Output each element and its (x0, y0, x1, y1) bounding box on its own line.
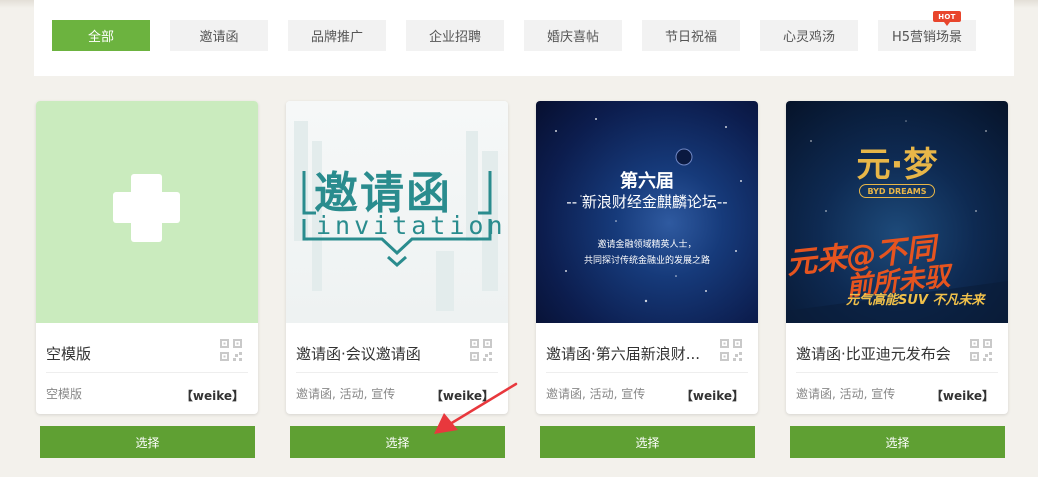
forum-text-line: 共同探讨传统金融业的发展之路 (583, 256, 710, 266)
select-button-sina-forum[interactable]: 选择 (540, 426, 755, 458)
card-tags: 邀请函, 活动, 宣传 (796, 387, 896, 401)
slogan-tagline: 元气高能SUV 不凡未来 (846, 293, 985, 308)
template-thumbnail[interactable] (36, 101, 258, 323)
filter-tab-wedding[interactable]: 婚庆喜帖 (524, 20, 622, 51)
select-button-meeting-invitation[interactable]: 选择 (290, 426, 505, 458)
starfield-artwork (555, 118, 742, 303)
select-button-blank[interactable]: 选择 (40, 426, 255, 458)
qr-code-icon[interactable] (970, 339, 992, 361)
byd-dreams-badge: BYD DREAMS (859, 184, 935, 198)
template-card-meeting-invitation[interactable]: 邀请函 invitation 邀请函·会议邀请函 邀请函, 活动, 宣传 【we… (286, 101, 508, 414)
filter-tab-inspiration[interactable]: 心灵鸡汤 (760, 20, 858, 51)
select-button-byd-launch[interactable]: 选择 (790, 426, 1005, 458)
filter-tab-label: H5营销场景 (891, 30, 963, 45)
forum-title: 第六届 (620, 171, 674, 192)
filter-tab-brand-promotion[interactable]: 品牌推广 (288, 20, 386, 51)
card-tags: 邀请函, 活动, 宣传 (546, 387, 646, 401)
filter-tab-h5-marketing[interactable]: H5营销场景 HOT (878, 11, 976, 51)
byd-dreams-logo: 元·梦 (856, 145, 938, 185)
forum-subtitle: -- 新浪财经金麒麟论坛-- (566, 193, 728, 211)
plus-icon-bar (113, 192, 180, 223)
invitation-title-en: invitation (316, 211, 507, 240)
card-author: 【weike】 (180, 389, 244, 403)
hot-badge: HOT (933, 11, 961, 26)
qr-code-icon[interactable] (720, 339, 742, 361)
forum-text-line: 邀请金融领域精英人士， (597, 240, 697, 250)
card-tags: 邀请函, 活动, 宣传 (296, 387, 396, 401)
filter-tab-invitation[interactable]: 邀请函 (170, 20, 268, 51)
template-thumbnail[interactable]: 第六届 -- 新浪财经金麒麟论坛-- 邀请金融领域精英人士， 共同探讨传统金融业… (536, 101, 758, 323)
category-filter-bar: 全部 邀请函 品牌推广 企业招聘 婚庆喜帖 节日祝福 心灵鸡汤 H5营销场景 H… (34, 0, 1014, 76)
card-author: 【weike】 (680, 389, 744, 403)
qr-code-icon[interactable] (220, 339, 242, 361)
filter-tab-holiday[interactable]: 节日祝福 (642, 20, 740, 51)
card-divider (796, 372, 998, 373)
card-author: 【weike】 (430, 389, 494, 403)
qr-code-icon[interactable] (470, 339, 492, 361)
template-thumbnail[interactable]: 元·梦 BYD DREAMS 元来@不同 前所未驭 元气高能SUV 不凡未来 (786, 101, 1008, 323)
card-title: 邀请函·会议邀请函 (296, 345, 421, 363)
card-divider (46, 372, 248, 373)
card-divider (296, 372, 498, 373)
card-title: 空模版 (46, 345, 92, 363)
filter-tab-all[interactable]: 全部 (52, 20, 150, 51)
template-card-blank[interactable]: 空模版 空模版 【weike】 (36, 101, 258, 414)
card-author: 【weike】 (930, 389, 994, 403)
card-title: 邀请函·第六届新浪财... (546, 345, 701, 363)
card-divider (546, 372, 748, 373)
template-card-sina-forum[interactable]: 第六届 -- 新浪财经金麒麟论坛-- 邀请金融领域精英人士， 共同探讨传统金融业… (536, 101, 758, 414)
template-thumbnail[interactable]: 邀请函 invitation (286, 101, 508, 323)
filter-tab-recruitment[interactable]: 企业招聘 (406, 20, 504, 51)
card-tags: 空模版 (46, 387, 83, 401)
template-card-byd-launch[interactable]: 元·梦 BYD DREAMS 元来@不同 前所未驭 元气高能SUV 不凡未来 邀… (786, 101, 1008, 414)
card-title: 邀请函·比亚迪元发布会 (796, 345, 951, 363)
